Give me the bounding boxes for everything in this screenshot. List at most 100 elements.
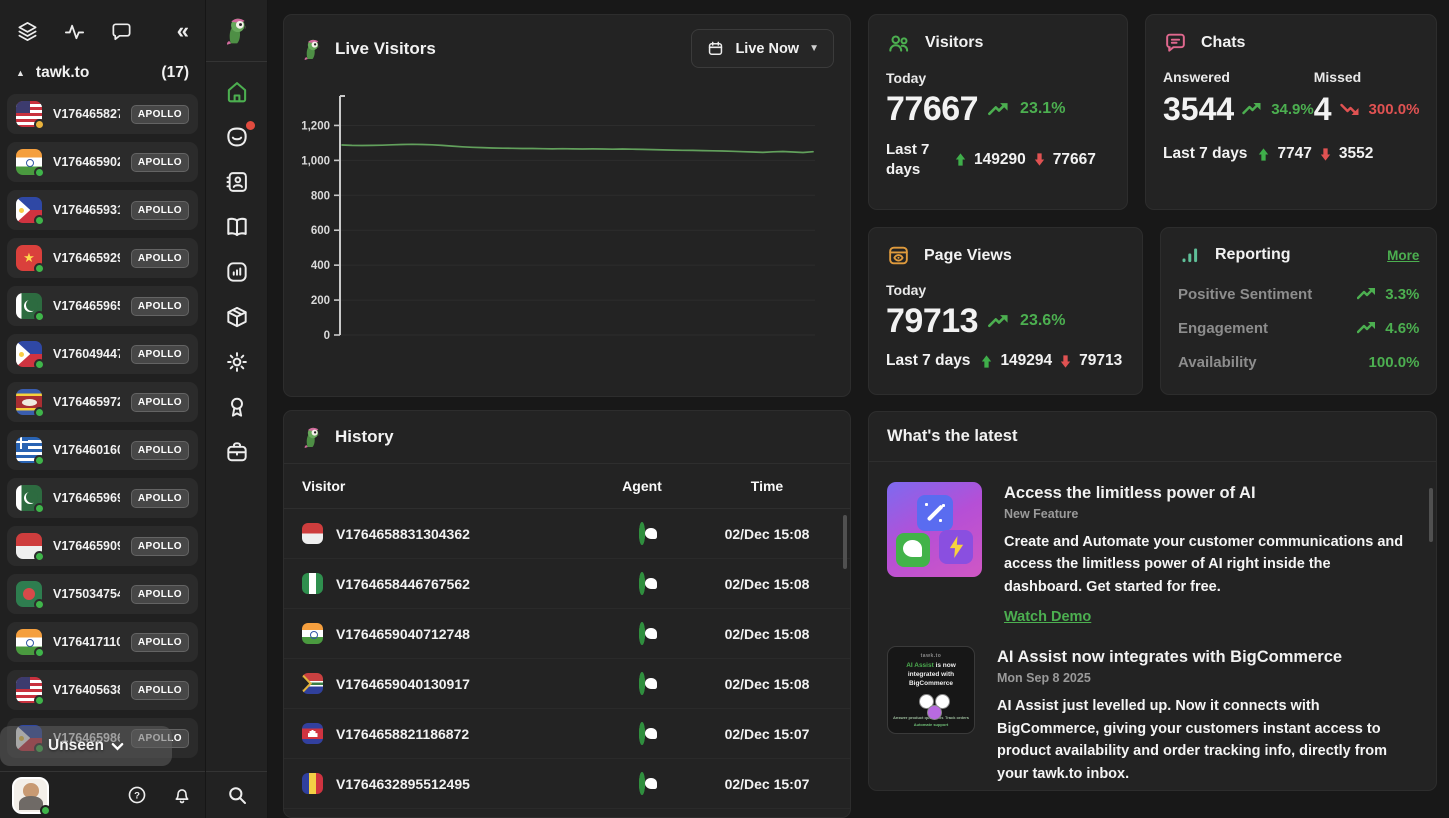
reporting-row: Positive Sentiment 3.3% (1178, 277, 1419, 311)
layers-icon[interactable] (16, 20, 39, 43)
missed-change: 300.0% (1369, 101, 1420, 118)
book-icon (224, 214, 250, 240)
visitor-list-item[interactable]: V176465909... APOLLO (7, 526, 198, 566)
news-title: Access the limitless power of AI (1004, 484, 1412, 503)
history-title: History (335, 427, 394, 447)
svg-text:400: 400 (311, 260, 330, 272)
answered-block: Answered 3544 34.9% (1163, 69, 1314, 125)
bell-icon[interactable] (171, 784, 193, 806)
unseen-label: Unseen (48, 737, 104, 755)
history-scrollbar[interactable] (843, 515, 847, 569)
visitor-list-item[interactable]: V176465827... APOLLO (7, 94, 198, 134)
visitor-list-item[interactable]: V176417110... APOLLO (7, 622, 198, 662)
property-row[interactable]: ▲ tawk.to (17) (0, 62, 205, 92)
page-views-today-change: 23.6% (1020, 312, 1065, 330)
visitor-tag-badge: APOLLO (131, 681, 189, 700)
history-time: 02/Dec 15:08 (702, 626, 832, 642)
visitor-list-item[interactable]: V175034754... APOLLO (7, 574, 198, 614)
visitor-list-item[interactable]: V176465965... APOLLO (7, 286, 198, 326)
visitor-list-item[interactable]: V176460160... APOLLO (7, 430, 198, 470)
chats-last7-up: 7747 (1277, 145, 1311, 163)
visitor-count: (17) (161, 64, 189, 82)
visitor-tag-badge: APOLLO (131, 105, 189, 124)
gear-icon (224, 349, 250, 375)
visitor-id: V176465969... (53, 491, 120, 505)
visitor-country-flag (302, 573, 323, 594)
visitor-list-item[interactable]: V176405638... APOLLO (7, 670, 198, 710)
news-date: Mon Sep 8 2025 (997, 671, 1412, 685)
visitor-tag-badge: APOLLO (131, 489, 189, 508)
nav-inbox[interactable] (224, 124, 250, 150)
property-name: tawk.to (36, 64, 89, 82)
news-thumbnail-bigcommerce: tawk.to AI Assist is now integrated with… (887, 646, 975, 734)
tawk-logo[interactable] (206, 0, 267, 62)
visitors-today-change: 23.1% (1020, 100, 1065, 118)
latest-scrollbar[interactable] (1429, 488, 1433, 542)
visitor-status-dot (34, 599, 45, 610)
reporting-more-link[interactable]: More (1387, 248, 1419, 263)
chats-card: Chats Answered 3544 34.9% Missed (1145, 14, 1437, 210)
page-views-last7-up: 149294 (1000, 352, 1052, 370)
nav-home-active[interactable] (224, 79, 250, 105)
answered-value: 3544 (1163, 93, 1234, 125)
visitor-status-dot (34, 695, 45, 706)
history-table-row[interactable]: V1764659040130917 02/Dec 15:08 (284, 659, 850, 709)
nav-apps[interactable] (224, 259, 250, 285)
visitors-today-value: 77667 (886, 92, 978, 126)
nav-contacts[interactable] (224, 169, 250, 195)
trend-up-icon (988, 314, 1010, 329)
history-table-row[interactable]: V1764659040712748 02/Dec 15:08 (284, 609, 850, 659)
news-title: AI Assist now integrates with BigCommerc… (997, 648, 1412, 667)
arrow-down-icon (1032, 152, 1047, 167)
collapse-sidebar-button[interactable]: « (177, 20, 189, 42)
reporting-metric-value: 100.0% (1369, 354, 1420, 371)
chats-title: Chats (1201, 34, 1245, 52)
news-thumbnail-ai (887, 482, 982, 577)
nav-rewards[interactable] (224, 394, 250, 420)
profile-bar: ? (0, 771, 205, 818)
visitor-list-item[interactable]: V176465972... APOLLO (7, 382, 198, 422)
user-avatar[interactable] (12, 777, 49, 814)
visitor-list-item[interactable]: V176465969... APOLLO (7, 478, 198, 518)
nav-business[interactable] (224, 439, 250, 465)
visitor-tag-badge: APOLLO (131, 201, 189, 220)
visitor-status-dot (34, 647, 45, 658)
visitors-last7-down: 77667 (1053, 151, 1096, 169)
history-table-row[interactable]: V1764632895512495 02/Dec 15:07 (284, 759, 850, 809)
history-time: 02/Dec 15:08 (702, 526, 832, 542)
nav-knowledge-base[interactable] (224, 214, 250, 240)
chats-last7-down: 3552 (1339, 145, 1373, 163)
visitor-status-dot (34, 551, 45, 562)
search-button[interactable] (224, 782, 250, 808)
news-item-bigcommerce[interactable]: tawk.to AI Assist is now integrated with… (869, 630, 1436, 790)
history-table-row[interactable]: V1764658831304362 02/Dec 15:08 (284, 509, 850, 559)
thumb-caption-bottom: Automate support (914, 722, 948, 727)
visitor-country-flag (302, 523, 323, 544)
history-time: 02/Dec 15:08 (702, 676, 832, 692)
visitor-status-dot (34, 455, 45, 466)
help-icon[interactable]: ? (126, 784, 148, 806)
visitors-icon (886, 30, 912, 56)
activity-icon[interactable] (63, 20, 86, 43)
visitor-status-dot (34, 359, 45, 370)
visitor-list-item[interactable]: V176049447... APOLLO (7, 334, 198, 374)
history-visitor-id: V1764659040712748 (336, 626, 470, 642)
agent-avatar (639, 572, 645, 595)
missed-label: Missed (1314, 69, 1420, 85)
scroll-to-unseen-button[interactable]: Unseen (0, 726, 172, 766)
visitor-list-item[interactable]: V176465902... APOLLO (7, 142, 198, 182)
chat-bubble-icon[interactable] (110, 20, 133, 43)
news-item-ai[interactable]: Access the limitless power of AI New Fea… (869, 466, 1436, 630)
history-table-row[interactable]: V1764658446767562 02/Dec 15:08 (284, 559, 850, 609)
nav-addons[interactable] (224, 304, 250, 330)
chat-blob-icon (896, 533, 930, 567)
nav-settings[interactable] (224, 349, 250, 375)
visitor-tag-badge: APOLLO (131, 297, 189, 316)
history-table-row[interactable]: V1764658821186872 02/Dec 15:07 (284, 709, 850, 759)
visitor-tag-badge: APOLLO (131, 345, 189, 364)
visitor-list-item[interactable]: V176465931... APOLLO (7, 190, 198, 230)
visitor-list-item[interactable]: V176465929... APOLLO (7, 238, 198, 278)
user-status-dot (40, 805, 51, 816)
date-range-dropdown[interactable]: Live Now ▼ (691, 29, 834, 68)
watch-demo-link[interactable]: Watch Demo (1004, 609, 1091, 625)
